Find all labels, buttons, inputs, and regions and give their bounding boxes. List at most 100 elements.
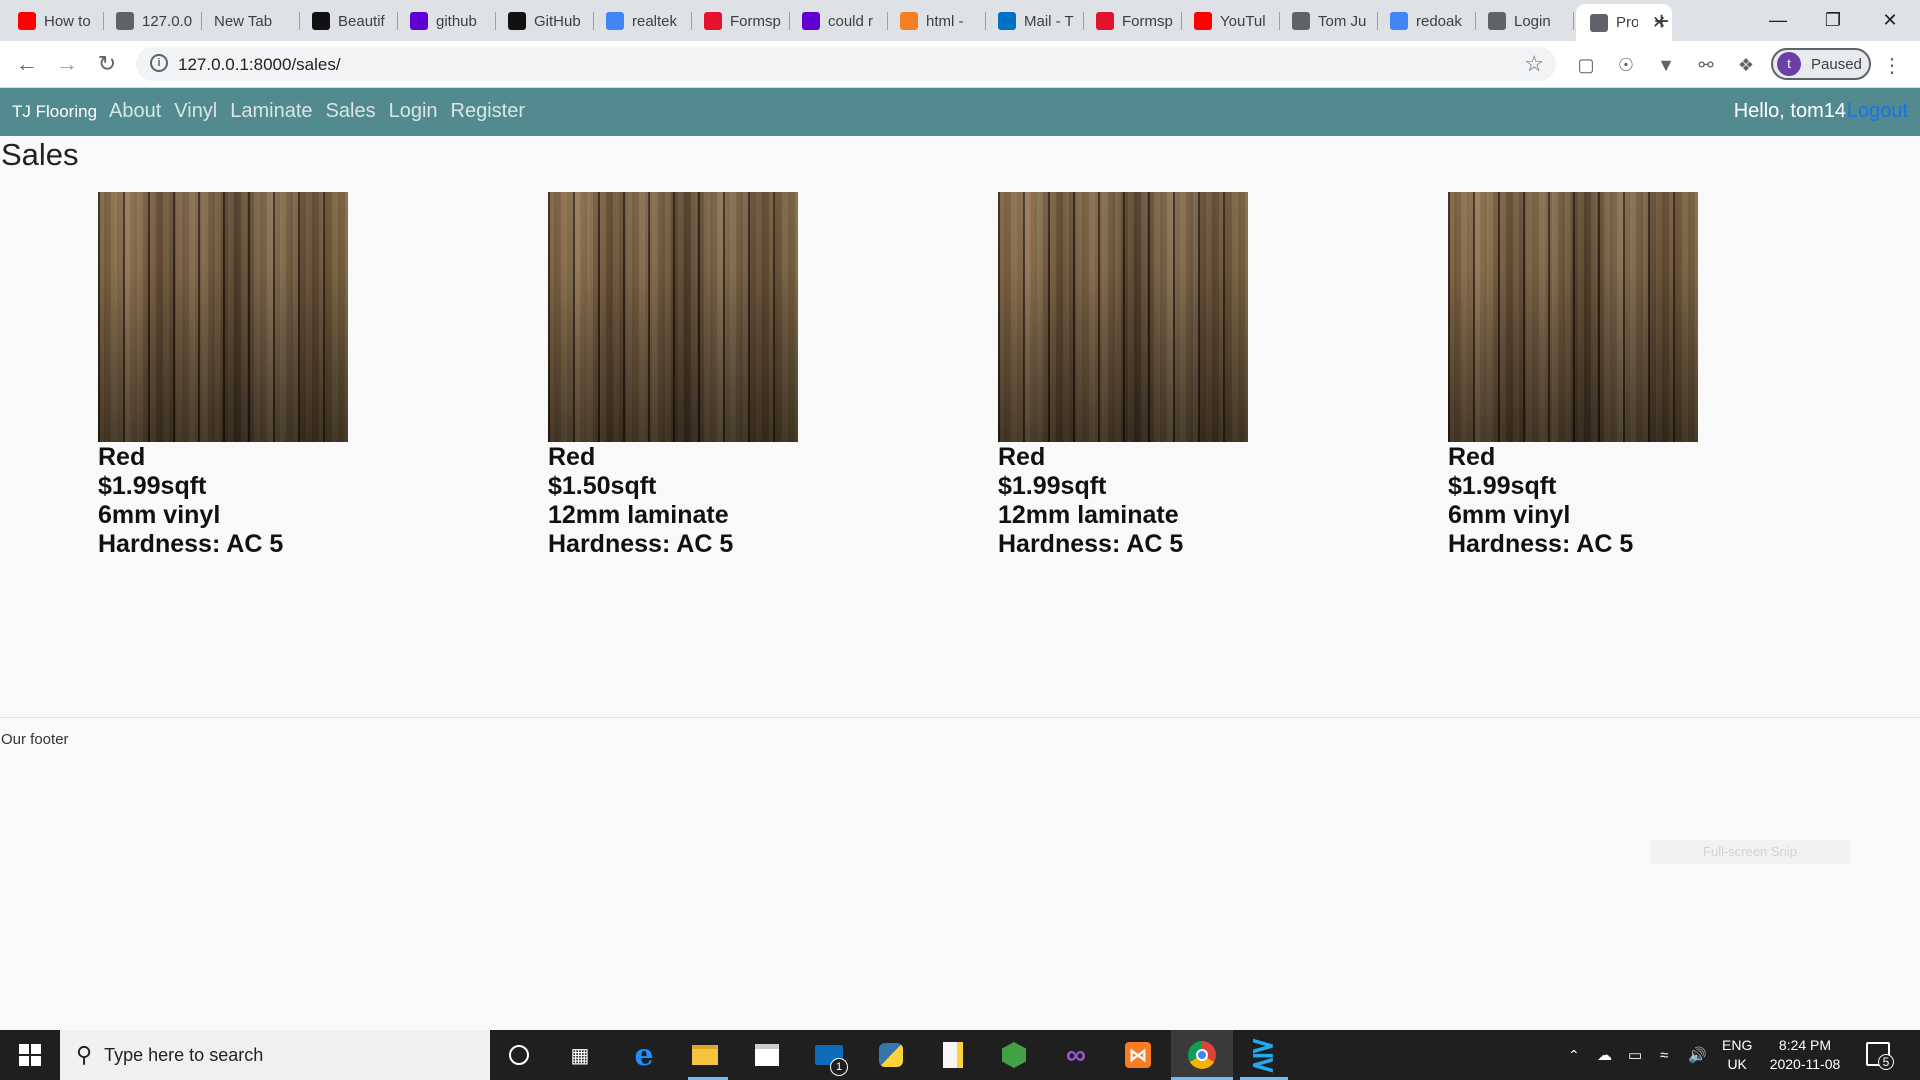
product-type: 6mm vinyl [98, 501, 221, 529]
extensions-puzzle-icon[interactable]: ❖ [1735, 54, 1757, 76]
volume-icon[interactable]: 🔊 [1688, 1030, 1707, 1080]
browser-tab[interactable]: How to [8, 6, 102, 36]
tab-title: realtek [632, 12, 678, 30]
language-region: UK [1727, 1056, 1747, 1072]
product-price: $1.99sqft [1448, 472, 1557, 500]
search-icon: ⚲ [76, 1042, 93, 1067]
extension-square-icon[interactable]: ▢ [1575, 54, 1597, 76]
profile-button[interactable]: t Paused [1771, 48, 1871, 80]
nav-login[interactable]: Login [389, 100, 438, 123]
taskbar-search-box[interactable]: ⚲ Type here to search [60, 1030, 490, 1080]
browser-tab[interactable]: Login [1478, 6, 1572, 36]
browser-tab[interactable]: github [400, 6, 494, 36]
browser-tab[interactable]: html - [890, 6, 984, 36]
extension-circle-icon[interactable]: ☉ [1615, 54, 1637, 76]
extension-v-icon[interactable]: ▼ [1655, 54, 1677, 76]
minimize-button[interactable]: — [1748, 4, 1808, 36]
product-hardness: Hardness: AC 5 [998, 530, 1184, 558]
vscode-icon[interactable]: ⋛ [1246, 1038, 1280, 1072]
browser-tab[interactable]: 127.0.0 [106, 6, 200, 36]
url-text[interactable]: 127.0.0.1:8000/sales/ [178, 55, 341, 75]
browser-tab[interactable]: could r [792, 6, 886, 36]
back-button[interactable]: ← [12, 51, 42, 77]
tab-title: html - [926, 12, 964, 30]
site-info-icon[interactable]: i [150, 54, 168, 72]
browser-tab[interactable]: Formsp [1086, 6, 1180, 36]
nav-laminate[interactable]: Laminate [230, 100, 312, 123]
action-center-icon[interactable]: 5 [1866, 1042, 1894, 1070]
tab-separator [593, 12, 594, 30]
close-window-button[interactable]: ✕ [1860, 4, 1920, 36]
formspree-icon [704, 12, 722, 30]
browser-tab[interactable]: Mail - T [988, 6, 1082, 36]
reload-button[interactable]: ↻ [92, 51, 122, 77]
product-price: $1.50sqft [548, 472, 657, 500]
browser-tab[interactable]: YouTul [1184, 6, 1278, 36]
start-button[interactable] [0, 1030, 60, 1080]
tab-separator [1475, 12, 1476, 30]
tab-title: Pro [1616, 14, 1638, 31]
file-explorer-icon[interactable] [688, 1038, 722, 1072]
extension-globe-icon[interactable]: ⚯ [1695, 54, 1717, 76]
browser-tab[interactable]: GitHub [498, 6, 592, 36]
site-brand[interactable]: TJ Flooring [12, 102, 97, 122]
task-view-icon[interactable]: ▦ [563, 1038, 597, 1072]
nav-register[interactable]: Register [451, 100, 525, 123]
wifi-icon[interactable]: ≈ [1660, 1030, 1668, 1080]
tab-title: New Tab [214, 12, 273, 30]
snip-overlay-label[interactable]: Full-screen Snip [1650, 840, 1850, 864]
product-type: 6mm vinyl [1448, 501, 1571, 529]
language-indicator[interactable]: ENG UK [1722, 1036, 1752, 1074]
onedrive-icon[interactable]: ☁ [1597, 1030, 1612, 1080]
xampp-icon[interactable]: ⋈ [1121, 1038, 1155, 1072]
page-footer: Our footer [1, 731, 69, 748]
store-icon[interactable] [750, 1038, 784, 1072]
browser-tab[interactable]: Tom Ju [1282, 6, 1376, 36]
tab-title: Tom Ju [1318, 12, 1367, 30]
product-image[interactable] [548, 192, 798, 442]
product-grid: Red $1.99sqft 6mm vinyl Hardness: AC 5 R… [0, 192, 1920, 572]
product-type: 12mm laminate [998, 501, 1179, 529]
address-bar[interactable]: i 127.0.0.1:8000/sales/ ☆ [136, 47, 1556, 81]
nav-sales[interactable]: Sales [326, 100, 376, 123]
product-color: Red [1448, 443, 1496, 471]
system-clock[interactable]: 8:24 PM 2020-11-08 [1765, 1036, 1845, 1074]
product-image[interactable] [1448, 192, 1698, 442]
tab-title: github [436, 12, 477, 30]
cortana-icon[interactable] [502, 1038, 536, 1072]
browser-tab[interactable]: realtek [596, 6, 690, 36]
mail-badge: 1 [830, 1058, 848, 1076]
new-tab-button[interactable]: + [1654, 8, 1669, 34]
product-image[interactable] [98, 192, 348, 442]
product-color: Red [548, 443, 596, 471]
browser-tab[interactable]: Beautif [302, 6, 396, 36]
browser-tab-strip: How to 127.0.0 New Tab Beautif github GitHub r… [0, 0, 1920, 41]
mail-icon[interactable]: 1 [812, 1038, 848, 1076]
browser-menu-icon[interactable]: ⋮ [1882, 53, 1902, 78]
bookmark-star-icon[interactable]: ☆ [1524, 51, 1544, 77]
language-code: ENG [1722, 1037, 1753, 1053]
forward-button[interactable]: → [52, 51, 82, 77]
product-card: Red $1.99sqft 6mm vinyl Hardness: AC 5 [98, 192, 398, 559]
windows-logo-icon [19, 1044, 41, 1066]
browser-tab[interactable]: Formsp [694, 6, 788, 36]
logout-link[interactable]: Logout [1847, 100, 1908, 123]
tab-title: Login [1514, 12, 1551, 30]
nav-vinyl[interactable]: Vinyl [174, 100, 217, 123]
tray-chevron-icon[interactable]: ⌃ [1568, 1030, 1580, 1080]
notepad-icon[interactable] [936, 1038, 970, 1072]
outlook-icon [998, 12, 1016, 30]
nav-about[interactable]: About [109, 100, 161, 123]
product-image[interactable] [998, 192, 1248, 442]
browser-tab[interactable]: redoak [1380, 6, 1474, 36]
python-icon[interactable] [874, 1038, 908, 1072]
edge-icon[interactable]: e [627, 1038, 661, 1073]
node-icon[interactable] [997, 1038, 1031, 1072]
user-greeting: Hello, tom14 [1733, 100, 1846, 122]
visual-studio-icon[interactable]: ∞ [1059, 1038, 1093, 1072]
product-price: $1.99sqft [998, 472, 1107, 500]
maximize-button[interactable]: ❐ [1803, 4, 1863, 36]
chrome-icon[interactable] [1185, 1038, 1219, 1072]
browser-tab[interactable]: New Tab [204, 6, 298, 36]
battery-icon[interactable]: ▭ [1628, 1030, 1642, 1080]
